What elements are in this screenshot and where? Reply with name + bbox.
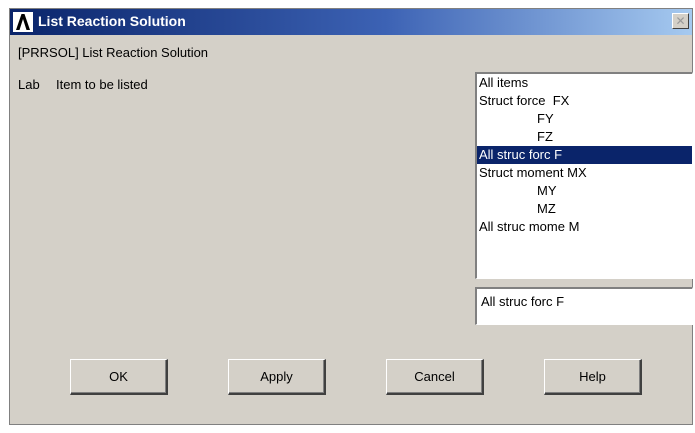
list-item[interactable]: FZ xyxy=(477,128,692,146)
selection-field[interactable]: All struc forc F xyxy=(475,287,693,325)
dialog-window: List Reaction Solution ✕ [PRRSOL] List R… xyxy=(9,8,693,425)
list-item[interactable]: MZ xyxy=(477,200,692,218)
list-item[interactable]: FY xyxy=(477,110,692,128)
command-label: [PRRSOL] List Reaction Solution xyxy=(18,45,209,60)
close-icon[interactable]: ✕ xyxy=(672,13,689,29)
window-title: List Reaction Solution xyxy=(38,13,186,29)
list-item[interactable]: All items xyxy=(477,74,692,92)
help-button[interactable]: Help xyxy=(544,359,642,395)
list-item[interactable]: All struc mome M xyxy=(477,218,692,236)
list-item[interactable]: Struct force FX xyxy=(477,92,692,110)
list-item[interactable]: Struct moment MX xyxy=(477,164,692,182)
list-item-selected[interactable]: All struc forc F xyxy=(477,146,692,164)
lab-label: Lab xyxy=(18,77,40,92)
ok-button[interactable]: OK xyxy=(70,359,168,395)
ansys-logo-icon xyxy=(13,12,33,32)
title-bar[interactable]: List Reaction Solution ✕ xyxy=(10,9,692,35)
cancel-button[interactable]: Cancel xyxy=(386,359,484,395)
lab-description: Item to be listed xyxy=(56,77,148,92)
item-listbox[interactable]: All items Struct force FX FY FZ All stru… xyxy=(475,72,693,279)
apply-button[interactable]: Apply xyxy=(228,359,326,395)
list-item[interactable]: MY xyxy=(477,182,692,200)
